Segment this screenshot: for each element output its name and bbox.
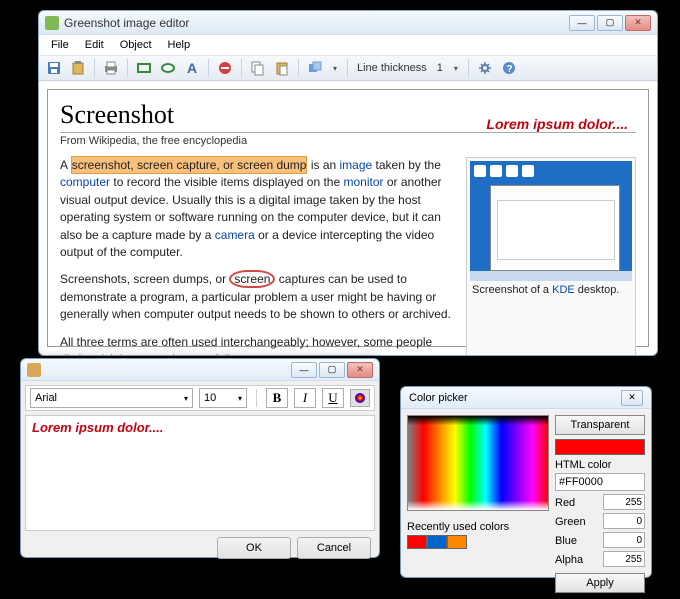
recent-colors-label: Recently used colors	[407, 521, 549, 533]
color-picker-titlebar[interactable]: Color picker ✕	[401, 387, 651, 409]
chevron-down-icon: ▾	[238, 394, 242, 403]
close-button[interactable]: ✕	[625, 15, 651, 31]
page-subtitle: From Wikipedia, the free encyclopedia	[60, 135, 636, 147]
delete-icon[interactable]	[214, 57, 236, 79]
cancel-button[interactable]: Cancel	[297, 537, 371, 559]
recent-color-swatch[interactable]	[447, 535, 467, 549]
document: Screenshot From Wikipedia, the free ency…	[47, 89, 649, 347]
green-input[interactable]	[603, 513, 645, 529]
menu-edit[interactable]: Edit	[77, 37, 112, 53]
link-image[interactable]: image	[340, 158, 373, 172]
link-kde[interactable]: KDE	[552, 284, 575, 296]
alpha-input[interactable]	[603, 551, 645, 567]
link-camera[interactable]: camera	[215, 228, 255, 242]
thickness-dropdown-icon[interactable]: ▾	[449, 64, 463, 73]
bold-button[interactable]: B	[266, 388, 288, 408]
link-computer[interactable]: computer	[60, 175, 110, 189]
blue-label: Blue	[555, 535, 603, 547]
arrange-icon[interactable]	[304, 57, 326, 79]
recent-color-swatch[interactable]	[427, 535, 447, 549]
svg-text:A: A	[187, 60, 197, 76]
text-input[interactable]: Lorem ipsum dolor....	[25, 415, 375, 531]
dialog-icon	[27, 363, 41, 377]
apply-button[interactable]: Apply	[555, 573, 645, 593]
link-monitor[interactable]: monitor	[344, 175, 384, 189]
arrange-dropdown-icon[interactable]: ▾	[328, 64, 342, 73]
chevron-down-icon: ▾	[184, 394, 188, 403]
font-select[interactable]: Arial ▾	[30, 388, 193, 408]
menu-file[interactable]: File	[43, 37, 77, 53]
red-label: Red	[555, 497, 603, 509]
rectangle-tool-icon[interactable]	[133, 57, 155, 79]
ellipse-tool-icon[interactable]	[157, 57, 179, 79]
text-editor-dialog: — ▢ ✕ Arial ▾ 10 ▾ B I U Lorem ipsum dol…	[20, 358, 380, 558]
svg-text:?: ?	[506, 64, 512, 75]
underline-button[interactable]: U	[322, 388, 344, 408]
size-select[interactable]: 10 ▾	[199, 388, 247, 408]
menu-object[interactable]: Object	[112, 37, 160, 53]
print-icon[interactable]	[100, 57, 122, 79]
highlight-annotation[interactable]: screenshot, screen capture, or screen du…	[71, 156, 308, 174]
save-icon[interactable]	[43, 57, 65, 79]
color-picker-title: Color picker	[409, 392, 468, 404]
blue-input[interactable]	[603, 532, 645, 548]
text-dialog-titlebar[interactable]: — ▢ ✕	[21, 359, 379, 381]
menubar: File Edit Object Help	[39, 35, 657, 55]
text-color-button[interactable]	[350, 389, 370, 407]
ok-button[interactable]: OK	[217, 537, 291, 559]
text-tool-icon[interactable]: A	[181, 57, 203, 79]
app-icon	[45, 16, 59, 30]
color-picker-dialog: Color picker ✕ Recently used colors Tran…	[400, 386, 652, 578]
text-format-toolbar: Arial ▾ 10 ▾ B I U	[25, 385, 375, 411]
alpha-label: Alpha	[555, 554, 603, 566]
canvas[interactable]: Screenshot From Wikipedia, the free ency…	[39, 81, 657, 355]
color-spectrum[interactable]	[407, 415, 549, 511]
color-wheel-icon	[355, 393, 365, 403]
green-label: Green	[555, 516, 603, 528]
paste-icon[interactable]	[271, 57, 293, 79]
help-icon[interactable]: ?	[498, 57, 520, 79]
font-value: Arial	[35, 392, 57, 404]
dialog-close-button[interactable]: ✕	[347, 362, 373, 378]
color-picker-close-button[interactable]: ✕	[621, 390, 643, 406]
menu-help[interactable]: Help	[160, 37, 199, 53]
maximize-button[interactable]: ▢	[597, 15, 623, 31]
recent-colors	[407, 535, 549, 549]
clipboard-icon[interactable]	[67, 57, 89, 79]
figure-image	[470, 161, 632, 281]
recent-color-swatch[interactable]	[407, 535, 427, 549]
italic-button[interactable]: I	[294, 388, 316, 408]
html-color-input[interactable]	[555, 473, 645, 491]
transparent-button[interactable]: Transparent	[555, 415, 645, 435]
settings-icon[interactable]	[474, 57, 496, 79]
editor-window: Greenshot image editor — ▢ ✕ File Edit O…	[38, 10, 658, 356]
window-title: Greenshot image editor	[64, 16, 569, 30]
minimize-button[interactable]: —	[569, 15, 595, 31]
figure-caption: Screenshot of a KDE desktop.	[470, 281, 632, 297]
ellipse-annotation[interactable]: screen	[229, 270, 275, 288]
red-input[interactable]	[603, 494, 645, 510]
toolbar: A ▾ Line thickness 1 ▾ ?	[39, 55, 657, 81]
line-thickness-value: 1	[433, 62, 447, 74]
html-color-label: HTML color	[555, 459, 645, 471]
titlebar[interactable]: Greenshot image editor — ▢ ✕	[39, 11, 657, 35]
copy-icon[interactable]	[247, 57, 269, 79]
article-body: A screenshot, screen capture, or screen …	[60, 157, 456, 355]
dialog-maximize-button[interactable]: ▢	[319, 362, 345, 378]
size-value: 10	[204, 392, 216, 404]
dialog-minimize-button[interactable]: —	[291, 362, 317, 378]
text-annotation[interactable]: Lorem ipsum dolor....	[486, 116, 628, 132]
figure: Screenshot of a KDE desktop.	[466, 157, 636, 355]
current-color-preview	[555, 439, 645, 455]
line-thickness-label: Line thickness	[353, 62, 431, 74]
